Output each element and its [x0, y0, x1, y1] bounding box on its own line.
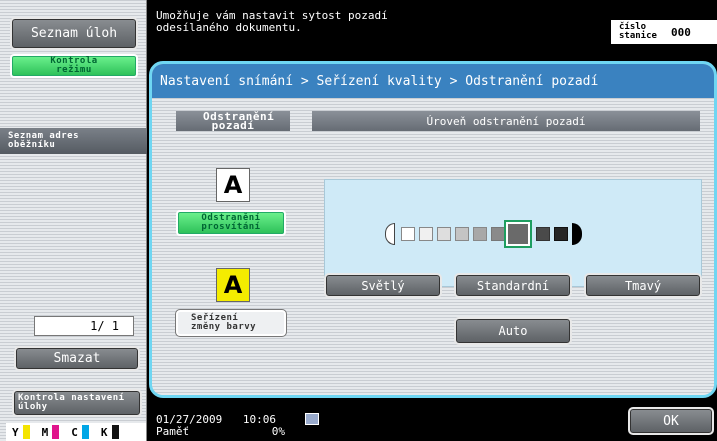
header-message-text: Umožňuje vám nastavit sytost pozadí odes… — [156, 9, 388, 34]
mode-check-button[interactable]: Kontrola režimu — [10, 54, 138, 78]
toner-k-label: K — [100, 425, 108, 439]
ok-button[interactable]: OK — [628, 407, 714, 435]
station-value: 000 — [671, 25, 691, 39]
auto-label: Auto — [498, 324, 528, 338]
light-label: Světlý — [361, 278, 405, 293]
level-1[interactable] — [401, 227, 415, 241]
method-panel-title: Odstranění pozadí — [203, 110, 275, 132]
option-show-through-label: Odstranění prosvítání — [201, 213, 261, 232]
level-2[interactable] — [419, 227, 433, 241]
level-7-selected[interactable] — [506, 222, 530, 246]
level-6[interactable] — [491, 227, 505, 241]
memory-label: Paměť — [156, 425, 190, 438]
level-9[interactable] — [554, 227, 568, 241]
level-4[interactable] — [455, 227, 469, 241]
network-icon — [305, 413, 319, 425]
toner-indicator: Y M C K — [6, 423, 146, 441]
option-show-through-button[interactable]: Odstranění prosvítání — [176, 210, 286, 236]
method-icon-2: A — [216, 268, 250, 302]
page-counter: 1/ 1 — [34, 316, 134, 336]
dark-button[interactable]: Tmavý — [584, 273, 702, 298]
dark-label: Tmavý — [624, 278, 662, 293]
toner-y-bar — [22, 425, 30, 439]
auto-button[interactable]: Auto — [454, 317, 572, 345]
method-icon-1: A — [216, 168, 250, 202]
toner-y-label: Y — [12, 425, 19, 439]
job-settings-label: Kontrola nastavení úlohy — [18, 393, 125, 412]
level-panel-header: Úroveň odstranění pozadí — [312, 111, 700, 131]
light-end-icon — [385, 223, 395, 245]
level-3[interactable] — [437, 227, 451, 241]
main-panel: Nastavení snímání > Seřízení kvality > O… — [149, 61, 717, 398]
status-date: 01/27/2009 10:06 Paměť 0% — [156, 414, 285, 438]
toner-c-bar — [81, 425, 89, 439]
job-list-button[interactable]: Seznam úloh — [10, 17, 138, 50]
delete-label: Smazat — [53, 351, 101, 366]
header-message: Umožňuje vám nastavit sytost pozadí odes… — [156, 10, 576, 34]
level-5[interactable] — [473, 227, 487, 241]
option-color-adjust-button[interactable]: Seřízení změny barvy — [176, 310, 286, 336]
ok-label: OK — [663, 413, 679, 429]
job-list-label: Seznam úloh — [30, 26, 118, 41]
method-icon-1-letter: A — [223, 171, 243, 199]
breadcrumb: Nastavení snímání > Seřízení kvality > O… — [152, 64, 714, 98]
job-settings-button[interactable]: Kontrola nastavení úlohy — [12, 389, 142, 417]
broadcast-list-label: Seznam adres oběžníku — [8, 131, 80, 150]
delete-button[interactable]: Smazat — [14, 346, 140, 371]
station-box: číslo stanice 000 — [611, 20, 717, 44]
level-scale[interactable] — [385, 222, 613, 249]
method-icon-2-letter: A — [223, 271, 243, 299]
method-panel-header: Odstranění pozadí — [176, 111, 290, 131]
station-label: číslo stanice — [619, 22, 657, 41]
page-counter-text: 1/ 1 — [90, 319, 119, 333]
dark-end-icon — [572, 223, 582, 245]
broadcast-list-tab[interactable]: Seznam adres oběžníku — [0, 128, 147, 154]
light-button[interactable]: Světlý — [324, 273, 442, 298]
toner-k-bar — [111, 425, 119, 439]
mode-check-label: Kontrola režimu — [50, 56, 98, 75]
level-panel-title: Úroveň odstranění pozadí — [426, 114, 586, 128]
standard-label: Standardní — [476, 278, 550, 293]
toner-m-bar — [52, 425, 60, 439]
toner-m-label: M — [41, 425, 49, 439]
toner-c-label: C — [71, 425, 78, 439]
standard-button[interactable]: Standardní — [454, 273, 572, 298]
option-color-adjust-label: Seřízení změny barvy — [191, 313, 257, 332]
level-8[interactable] — [536, 227, 550, 241]
memory-value: 0% — [271, 425, 285, 438]
breadcrumb-text: Nastavení snímání > Seřízení kvality > O… — [160, 73, 599, 89]
